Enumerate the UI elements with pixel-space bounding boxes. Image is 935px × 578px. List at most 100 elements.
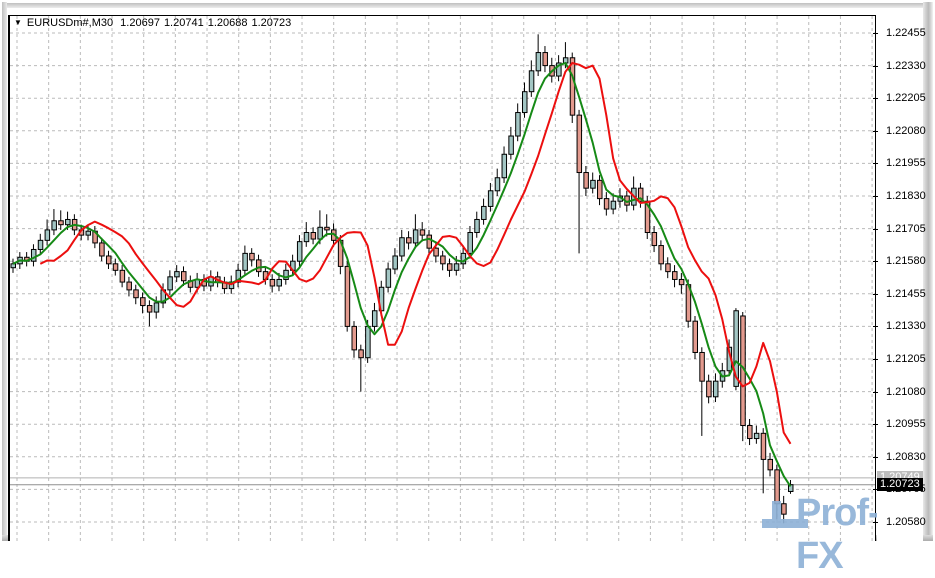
candle-up [11,264,16,268]
candle-up [38,240,43,249]
candle-down [120,270,125,282]
candle-up [591,180,596,188]
candle-down [659,246,664,264]
candle-up [243,253,248,270]
candle-down [434,248,439,256]
candle-down [257,260,262,272]
candle-down [407,238,412,243]
price-axis-tick [873,294,878,295]
candle-down [700,352,705,381]
candle-up [318,227,323,239]
candles [11,34,793,523]
candle-up [529,71,534,92]
price-axis-tick [873,98,878,99]
price-axis-label: 1.21080 [886,386,932,398]
candle-up [488,191,493,207]
price-axis-label: 1.20955 [886,418,932,430]
price-axis[interactable]: 1.20749 1.20723 1.224551.223301.222051.2… [877,15,923,541]
candle-up [366,326,371,357]
price-axis-label: 1.21830 [886,190,932,202]
candle-down [604,199,609,209]
terminal-window: ▼EURUSDm#,M30 1.206971.207411.206881.207… [0,0,935,541]
price-axis-tick [873,522,878,523]
candle-down [147,306,152,313]
candle-down [100,243,105,256]
candle-down [782,504,787,514]
candle-down [679,279,684,284]
candle-down [666,264,671,272]
candle-up [393,256,398,269]
price-axis-tick [873,359,878,360]
price-axis-label: 1.22080 [886,125,932,137]
candle-down [141,298,146,306]
price-axis-label: 1.21455 [886,288,932,300]
candle-down [427,235,432,248]
candle-down [768,459,773,469]
price-axis-label: 1.22455 [886,27,932,39]
candle-down [127,282,132,290]
price-axis-label: 1.21580 [886,255,932,267]
candle-down [761,433,766,459]
candle-up [86,231,91,235]
price-axis-tick [873,196,878,197]
candle-down [352,326,357,349]
candle-down [707,381,712,397]
candle-up [154,303,159,312]
candle-up [297,242,302,262]
candle-up [386,269,391,287]
candle-down [270,279,275,286]
candle-up [52,221,57,230]
candle-down [134,290,139,298]
candle-up [175,272,180,277]
ohlc-open-value: 1.20697 [120,17,160,29]
candle-down [584,173,589,189]
price-axis-tick [873,424,878,425]
price-axis-tick [873,457,878,458]
window-border-top [2,3,933,8]
candle-down [543,53,548,66]
candle-up [475,219,480,232]
ma-slow-line [40,63,790,444]
candle-up [277,279,282,286]
candle-up [509,136,514,154]
candle-up [611,201,616,209]
candle-up [495,178,500,191]
candle-up [168,277,173,290]
candle-up [482,206,487,219]
price-axis-label: 1.21205 [886,353,932,365]
price-axis-label: 1.21705 [886,223,932,235]
candle-down [359,350,364,358]
price-axis-label: 1.20830 [886,451,932,463]
candle-up [523,92,528,113]
symbol-timeframe-label: EURUSDm#,M30 [27,17,113,29]
candle-up [516,113,521,136]
ohlc-close-value: 1.20723 [251,17,291,29]
price-axis-tick [873,392,878,393]
price-axis-label: 1.21330 [886,320,932,332]
candle-up [304,233,309,242]
candle-down [441,256,446,264]
candle-up [45,230,50,240]
chevron-down-icon[interactable]: ▼ [14,18,22,27]
candle-up [713,381,718,397]
chart-title-bar: ▼EURUSDm#,M30 1.206971.207411.206881.207… [14,17,295,31]
candlestick-chart[interactable] [10,16,875,541]
price-axis-tick [873,261,878,262]
candle-down [311,233,316,240]
candle-up [754,433,759,438]
candle-down [577,115,582,172]
price-axis-tick [873,33,878,34]
price-axis-tick [873,229,878,230]
candle-down [59,221,64,225]
ohlc-high-value: 1.20741 [164,17,204,29]
window-border-left [2,2,7,539]
grid-lines [10,16,875,541]
chart-plot-area[interactable] [8,15,876,541]
candle-down [748,426,753,439]
candle-up [400,238,405,256]
candle-down [113,264,118,271]
price-axis-label: 1.22205 [886,92,932,104]
candle-down [250,253,255,260]
candle-down [420,230,425,235]
candle-up [66,219,71,224]
